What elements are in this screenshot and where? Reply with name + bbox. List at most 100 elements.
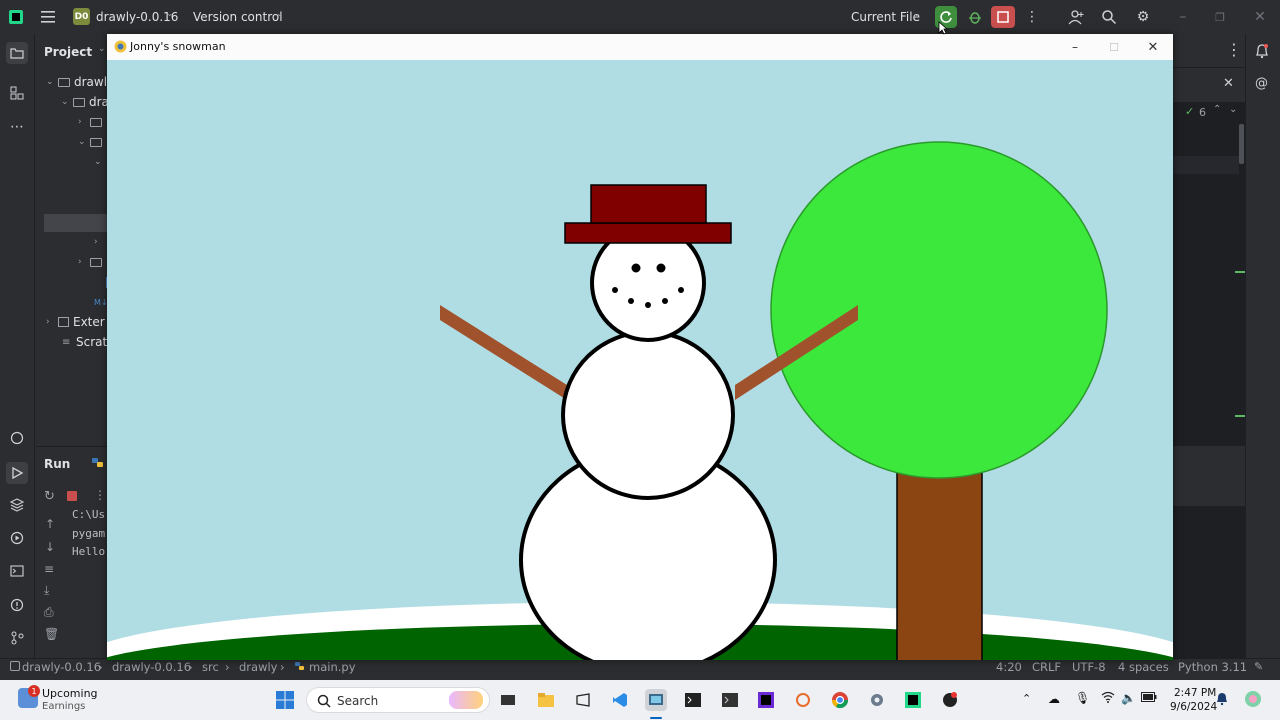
editor-scrollbar[interactable] bbox=[1239, 124, 1244, 164]
tree-item[interactable]: ⌄ dra bbox=[61, 92, 108, 112]
chrome-icon[interactable] bbox=[829, 689, 851, 711]
notifications-bell-icon[interactable] bbox=[1255, 43, 1269, 63]
run-tool-icon[interactable] bbox=[6, 462, 28, 484]
tree-item-file[interactable] bbox=[94, 272, 108, 292]
project-panel-title[interactable]: Project bbox=[44, 45, 92, 59]
add-user-icon[interactable] bbox=[1066, 7, 1086, 27]
mouth-dot bbox=[678, 287, 684, 293]
folder-icon bbox=[58, 77, 70, 87]
terminal-icon[interactable] bbox=[8, 562, 26, 580]
clear-trash-icon[interactable]: 🗑 bbox=[44, 627, 59, 641]
python-interpreter[interactable]: Python 3.11 bbox=[1178, 660, 1247, 674]
python-console-icon[interactable] bbox=[8, 429, 26, 447]
indent-setting[interactable]: 4 spaces bbox=[1118, 660, 1169, 674]
debug-icon[interactable] bbox=[965, 7, 985, 27]
widget-title[interactable]: Upcoming bbox=[42, 687, 98, 700]
project-tool-icon[interactable] bbox=[6, 42, 28, 64]
ide-close-icon[interactable]: ✕ bbox=[1250, 7, 1270, 27]
show-hidden-icons-chevron[interactable]: ⌃ bbox=[1022, 692, 1031, 705]
clock-date[interactable]: 9/6/2024 bbox=[1170, 701, 1217, 713]
more-tools-icon[interactable]: ⋯ bbox=[8, 118, 26, 136]
inspection-count[interactable]: 6 bbox=[1199, 106, 1206, 119]
scroll-to-end-icon[interactable]: ⤓ bbox=[44, 583, 49, 598]
terminal-app-icon[interactable] bbox=[682, 689, 704, 711]
tree-item[interactable]: ⌄ bbox=[78, 132, 108, 152]
scroll-down-icon[interactable]: ↓ bbox=[45, 540, 55, 554]
close-icon[interactable]: ✕ bbox=[1143, 38, 1163, 56]
caret-position[interactable]: 4:20 bbox=[996, 660, 1022, 674]
tree-item[interactable]: › bbox=[78, 112, 108, 132]
vcs-selector[interactable]: Version control bbox=[193, 10, 283, 24]
ide-restore-icon[interactable]: ❐ bbox=[1210, 7, 1230, 27]
search-icon[interactable] bbox=[1099, 7, 1119, 27]
battery-icon[interactable] bbox=[1141, 692, 1157, 705]
git-app-icon[interactable] bbox=[792, 689, 814, 711]
more-vertical-icon[interactable]: ⋮ bbox=[1022, 7, 1042, 27]
ai-assistant-icon[interactable]: @ bbox=[1255, 76, 1268, 91]
widget-subtitle[interactable]: Earnings bbox=[42, 701, 85, 712]
settings-gear-icon[interactable]: ⚙ bbox=[1133, 7, 1153, 27]
tree-item-scratches[interactable]: ≡ Scratc bbox=[62, 332, 108, 352]
main-menu-icon[interactable] bbox=[39, 7, 59, 27]
breadcrumb-item[interactable]: drawly-0.0.16 bbox=[22, 660, 101, 674]
run-tab-label[interactable]: Run bbox=[44, 457, 70, 471]
read-only-lock-icon[interactable]: ✎ bbox=[1254, 660, 1263, 673]
wifi-icon[interactable] bbox=[1101, 691, 1115, 706]
onedrive-offline-icon[interactable]: ☁ bbox=[1048, 692, 1060, 706]
game-window-titlebar[interactable]: Jonny's snowman – ☐ ✕ bbox=[107, 34, 1173, 60]
more-vertical-icon[interactable]: ⋮ bbox=[94, 488, 106, 502]
soft-wrap-icon[interactable]: ≡ bbox=[44, 562, 54, 576]
stop-button[interactable] bbox=[991, 6, 1015, 28]
breadcrumb-item[interactable]: src bbox=[202, 660, 219, 674]
file-explorer-icon[interactable] bbox=[535, 689, 557, 711]
rerun-icon[interactable]: ↻ bbox=[44, 489, 55, 504]
tree-item-file[interactable]: M↓ bbox=[94, 292, 108, 312]
layers-icon[interactable] bbox=[8, 496, 26, 514]
services-icon[interactable] bbox=[8, 529, 26, 547]
tree-item[interactable]: › bbox=[78, 252, 108, 272]
microphone-icon[interactable]: 🎙 bbox=[1075, 691, 1090, 705]
tree-item-selected[interactable] bbox=[44, 214, 108, 232]
maximize-icon[interactable]: ☐ bbox=[1104, 38, 1124, 56]
scroll-up-icon[interactable]: ↑ bbox=[45, 517, 55, 531]
task-view-icon[interactable] bbox=[497, 689, 519, 711]
run-console-output[interactable]: C:\Us pygam Hello bbox=[72, 508, 112, 564]
pycharm-taskbar-icon[interactable] bbox=[645, 689, 667, 711]
tree-item[interactable]: ⌄ bbox=[94, 152, 108, 172]
tree-item[interactable]: › bbox=[94, 232, 108, 252]
clock-time[interactable]: 2:47 PM bbox=[1174, 687, 1216, 699]
breadcrumb-item[interactable]: drawly bbox=[239, 660, 277, 674]
vscode-icon[interactable] bbox=[609, 689, 631, 711]
game-canvas[interactable] bbox=[107, 60, 1173, 660]
problems-icon[interactable] bbox=[8, 596, 26, 614]
stop-icon[interactable] bbox=[67, 491, 77, 501]
settings-app-icon[interactable] bbox=[866, 689, 888, 711]
notifications-bell-icon[interactable] bbox=[1216, 692, 1228, 709]
pycharm-app-icon[interactable] bbox=[902, 689, 924, 711]
chevron-up-icon[interactable]: ⌃ bbox=[1213, 104, 1221, 115]
ide-minimize-icon[interactable]: – bbox=[1173, 7, 1193, 27]
tree-item-external-libraries[interactable]: › Exter bbox=[46, 312, 108, 332]
tree-item-root[interactable]: ⌄ drawl bbox=[46, 72, 108, 92]
breadcrumb-item[interactable]: drawly-0.0.16 bbox=[112, 660, 191, 674]
command-prompt-icon[interactable] bbox=[719, 689, 741, 711]
python-app-icon[interactable] bbox=[939, 689, 961, 711]
file-encoding[interactable]: UTF-8 bbox=[1072, 660, 1106, 674]
jetbrains-app-icon[interactable] bbox=[755, 689, 777, 711]
close-find-icon[interactable]: ✕ bbox=[1223, 76, 1234, 91]
breadcrumb-item[interactable]: main.py bbox=[309, 660, 356, 674]
structure-icon[interactable] bbox=[8, 84, 26, 102]
minimize-icon[interactable]: – bbox=[1065, 38, 1085, 56]
print-icon[interactable]: ⎙ bbox=[44, 605, 54, 620]
current-line-highlight bbox=[1173, 156, 1239, 174]
more-vertical-icon[interactable]: ⋮ bbox=[1226, 40, 1242, 59]
copilot-icon[interactable] bbox=[1244, 690, 1262, 711]
chevron-down-icon[interactable]: ⌄ bbox=[1229, 104, 1237, 115]
taskbar-search-box[interactable]: Search bbox=[306, 687, 490, 713]
visual-studio-icon[interactable] bbox=[572, 689, 594, 711]
volume-icon[interactable]: 🔈 bbox=[1121, 691, 1136, 705]
line-separator[interactable]: CRLF bbox=[1032, 660, 1061, 674]
run-config-selector[interactable]: Current File bbox=[851, 10, 920, 24]
git-icon[interactable] bbox=[8, 629, 26, 647]
start-menu-icon[interactable] bbox=[274, 689, 296, 711]
